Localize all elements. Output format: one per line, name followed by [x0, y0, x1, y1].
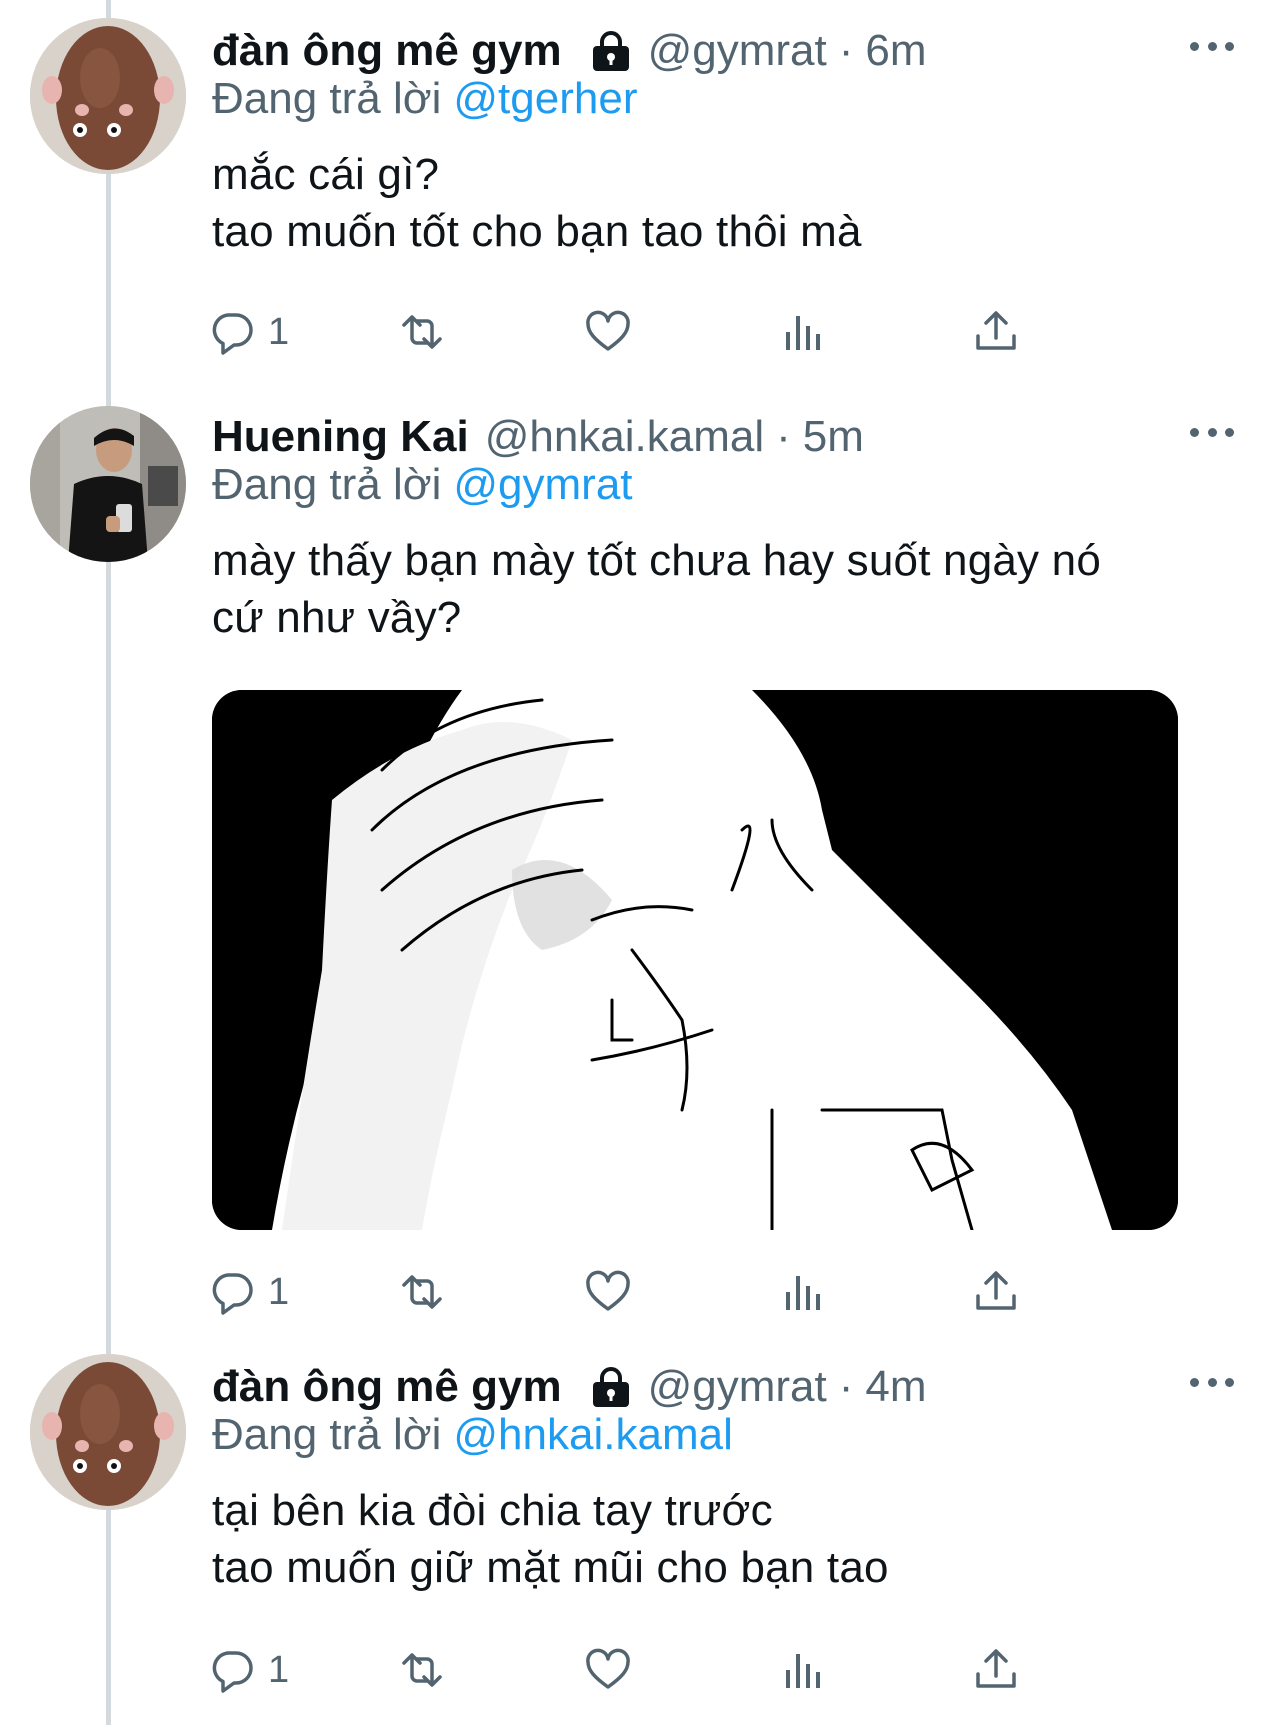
- share-button[interactable]: [972, 1262, 1020, 1322]
- display-name[interactable]: đàn ông mê gym: [212, 26, 562, 76]
- avatar-image: [30, 1354, 186, 1510]
- retweet-button[interactable]: [398, 1262, 446, 1322]
- tweet-text-line: tao muốn tốt cho bạn tao thôi mà: [212, 207, 862, 256]
- avatar[interactable]: [30, 18, 186, 174]
- share-icon: [976, 1649, 1016, 1688]
- reply-prefix: Đang trả lời: [212, 460, 442, 509]
- views-button[interactable]: [780, 1640, 828, 1700]
- reply-button[interactable]: 1: [208, 1640, 289, 1700]
- handle[interactable]: @gymrat: [648, 26, 827, 76]
- reply-count: 1: [268, 310, 290, 353]
- reply-mention-link[interactable]: @gymrat: [453, 460, 632, 509]
- views-button[interactable]: [780, 302, 828, 362]
- share-icon: [976, 1271, 1016, 1310]
- reply-prefix: Đang trả lời: [212, 1410, 442, 1459]
- analytics-icon: [786, 1654, 820, 1688]
- reply-prefix: Đang trả lời: [212, 74, 442, 123]
- tweet-text-line: cứ như vầy?: [212, 593, 462, 642]
- reply-count: 1: [268, 1270, 290, 1313]
- tweet[interactable]: đàn ông mê gym @gymrat · 4m Đang trả lời…: [0, 1354, 1284, 1694]
- tweet[interactable]: đàn ông mê gym @gymrat · 6m Đang trả lời…: [0, 18, 1284, 355]
- reply-icon: [212, 1651, 253, 1693]
- reply-count: 1: [268, 1648, 290, 1691]
- avatar-image: [30, 18, 186, 174]
- tweet-text-line: mắc cái gì?: [212, 150, 440, 199]
- share-button[interactable]: [972, 302, 1020, 362]
- tweet-text-line: tao muốn giữ mặt mũi cho bạn tao: [212, 1543, 889, 1592]
- retweet-icon: [402, 1653, 442, 1687]
- reply-context: Đang trả lời @gymrat: [212, 460, 633, 510]
- reply-context: Đang trả lời @tgerher: [212, 74, 637, 124]
- tweet-text-line: mày thấy bạn mày tốt chưa hay suốt ngày …: [212, 536, 1102, 585]
- separator: ·: [838, 1362, 854, 1411]
- analytics-icon: [786, 1276, 820, 1310]
- handle[interactable]: @hnkai.kamal: [485, 412, 764, 462]
- reply-button[interactable]: 1: [208, 1262, 289, 1322]
- action-bar: 1: [212, 1640, 1132, 1700]
- retweet-icon: [402, 1275, 442, 1309]
- heart-icon: [586, 1648, 630, 1689]
- more-icon[interactable]: [1184, 26, 1240, 66]
- avatar[interactable]: [30, 406, 186, 562]
- like-button[interactable]: [584, 302, 632, 362]
- reply-button[interactable]: 1: [208, 302, 289, 362]
- heart-icon: [586, 310, 630, 351]
- reply-mention-link[interactable]: @hnkai.kamal: [453, 1410, 732, 1459]
- tweet-media-image[interactable]: [212, 690, 1178, 1230]
- more-icon[interactable]: [1184, 412, 1240, 452]
- more-icon[interactable]: [1184, 1362, 1240, 1402]
- share-icon: [976, 311, 1016, 350]
- display-name[interactable]: đàn ông mê gym: [212, 1362, 562, 1412]
- lock-icon: [588, 29, 634, 73]
- like-button[interactable]: [584, 1262, 632, 1322]
- action-bar: 1: [212, 302, 1132, 362]
- reply-icon: [212, 313, 253, 355]
- tweet-text: tại bên kia đòi chia tay trước tao muốn …: [212, 1482, 889, 1596]
- avatar-image: [30, 406, 186, 562]
- separator: ·: [776, 412, 791, 461]
- reply-mention-link[interactable]: @tgerher: [453, 74, 637, 123]
- timestamp[interactable]: 4m: [865, 1362, 926, 1412]
- timestamp[interactable]: 6m: [865, 26, 926, 76]
- avatar[interactable]: [30, 1354, 186, 1510]
- analytics-icon: [786, 316, 820, 350]
- handle[interactable]: @gymrat: [648, 1362, 827, 1412]
- tweet-text: mắc cái gì? tao muốn tốt cho bạn tao thô…: [212, 146, 862, 260]
- tweet-text: mày thấy bạn mày tốt chưa hay suốt ngày …: [212, 532, 1101, 646]
- timestamp[interactable]: 5m: [803, 412, 864, 462]
- retweet-button[interactable]: [398, 1640, 446, 1700]
- action-bar: 1: [212, 1262, 1132, 1322]
- heart-icon: [586, 1270, 630, 1311]
- facepalm-image: [212, 690, 1178, 1230]
- reply-icon: [212, 1273, 253, 1315]
- like-button[interactable]: [584, 1640, 632, 1700]
- share-button[interactable]: [972, 1640, 1020, 1700]
- display-name[interactable]: Huening Kai: [212, 412, 469, 462]
- separator: ·: [838, 26, 854, 75]
- reply-context: Đang trả lời @hnkai.kamal: [212, 1410, 733, 1460]
- tweet[interactable]: Huening Kai @hnkai.kamal · 5m Đang trả l…: [0, 404, 1284, 1315]
- retweet-icon: [402, 315, 442, 349]
- views-button[interactable]: [780, 1262, 828, 1322]
- tweet-text-line: tại bên kia đòi chia tay trước: [212, 1486, 773, 1535]
- retweet-button[interactable]: [398, 302, 446, 362]
- lock-icon: [588, 1365, 634, 1409]
